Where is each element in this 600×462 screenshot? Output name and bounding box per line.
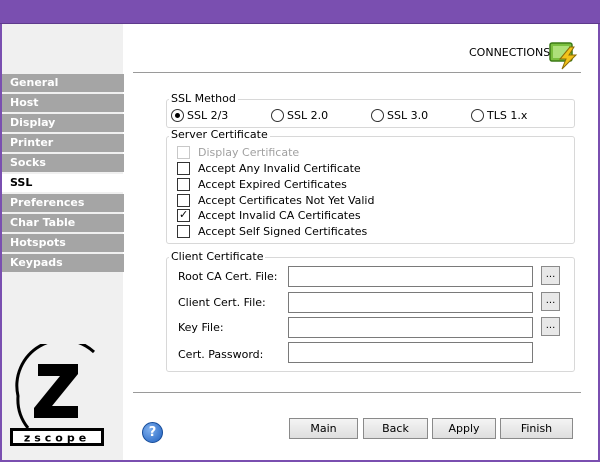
checkbox-display-certificate: Display Certificate: [177, 146, 299, 159]
radio-button[interactable]: [271, 109, 284, 122]
radio-label: TLS 1.x: [487, 109, 528, 122]
ssl-method-title: SSL Method: [169, 92, 238, 105]
radio-button[interactable]: [471, 109, 484, 122]
back-button[interactable]: Back: [363, 418, 428, 439]
radio-ssl-2-3[interactable]: SSL 2/3: [171, 109, 228, 122]
radio-button[interactable]: [371, 109, 384, 122]
check-mark-icon: ✓: [179, 208, 189, 221]
checkbox[interactable]: [177, 162, 190, 175]
checkbox-label: Accept Self Signed Certificates: [198, 225, 368, 238]
cert-password-label: Cert. Password:: [178, 348, 264, 361]
checkbox-label: Accept Any Invalid Certificate: [198, 162, 361, 175]
checkbox: [177, 146, 190, 159]
sidebar-item-display[interactable]: Display: [2, 114, 124, 132]
sidebar-item-socks[interactable]: Socks: [2, 154, 124, 172]
top-divider: [133, 72, 581, 74]
sidebar-item-printer[interactable]: Printer: [2, 134, 124, 152]
connections-label: CONNECTIONS: [469, 46, 551, 59]
connections-bolt-icon[interactable]: [548, 39, 580, 71]
radio-ssl-3-0[interactable]: SSL 3.0: [371, 109, 428, 122]
bottom-divider: [133, 392, 581, 394]
apply-button[interactable]: Apply: [432, 418, 496, 439]
radio-label: SSL 2/3: [187, 109, 229, 122]
sidebar-item-general[interactable]: General: [2, 74, 124, 92]
key-file-label: Key File:: [178, 321, 224, 334]
sidebar-item-ssl[interactable]: SSL: [2, 174, 124, 192]
sidebar-item-preferences[interactable]: Preferences: [2, 194, 124, 212]
radio-tls-1-x[interactable]: TLS 1.x: [471, 109, 527, 122]
sidebar-item-host[interactable]: Host: [2, 94, 124, 112]
main-button[interactable]: Main: [289, 418, 358, 439]
root-ca-cert-browse-button[interactable]: ...: [541, 266, 560, 285]
zscope-logo: zscope: [10, 344, 104, 446]
checkbox-accept-any-invalid[interactable]: Accept Any Invalid Certificate: [177, 162, 361, 175]
client-cert-label: Client Cert. File:: [178, 296, 266, 309]
checkbox[interactable]: [177, 178, 190, 191]
checkbox-label: Accept Expired Certificates: [198, 178, 347, 191]
checkbox-accept-self-signed[interactable]: Accept Self Signed Certificates: [177, 225, 367, 238]
checkbox-accept-invalid-ca[interactable]: ✓ Accept Invalid CA Certificates: [177, 208, 361, 222]
client-cert-browse-button[interactable]: ...: [541, 292, 560, 311]
checkbox[interactable]: [177, 194, 190, 207]
checkbox-accept-expired[interactable]: Accept Expired Certificates: [177, 178, 347, 191]
checkbox-checked[interactable]: ✓: [177, 208, 190, 222]
checkbox-label: Accept Certificates Not Yet Valid: [198, 194, 375, 207]
sidebar-item-keypads[interactable]: Keypads: [2, 254, 124, 272]
key-file-input[interactable]: [288, 317, 533, 338]
finish-button[interactable]: Finish: [500, 418, 573, 439]
sidebar-item-hotspots[interactable]: Hotspots: [2, 234, 124, 252]
svg-text:zscope: zscope: [24, 432, 90, 445]
key-file-browse-button[interactable]: ...: [541, 317, 560, 336]
radio-label: SSL 3.0: [387, 109, 429, 122]
sidebar-nav: General Host Display Printer Socks SSL P…: [2, 74, 124, 274]
root-ca-cert-label: Root CA Cert. File:: [178, 270, 278, 283]
client-cert-input[interactable]: [288, 292, 533, 313]
sidebar-item-char-table[interactable]: Char Table: [2, 214, 124, 232]
checkbox-label: Display Certificate: [198, 146, 300, 159]
radio-label: SSL 2.0: [287, 109, 329, 122]
server-certificate-title: Server Certificate: [169, 128, 270, 141]
checkbox-label: Accept Invalid CA Certificates: [198, 209, 361, 222]
checkbox-accept-not-yet-valid[interactable]: Accept Certificates Not Yet Valid: [177, 194, 374, 207]
window-title-bar[interactable]: [0, 0, 600, 24]
root-ca-cert-input[interactable]: [288, 266, 533, 287]
client-certificate-title: Client Certificate: [169, 250, 266, 263]
cert-password-input[interactable]: [288, 342, 533, 363]
radio-ssl-2-0[interactable]: SSL 2.0: [271, 109, 328, 122]
checkbox[interactable]: [177, 225, 190, 238]
help-icon[interactable]: ?: [142, 422, 163, 443]
radio-button-selected[interactable]: [171, 109, 184, 122]
